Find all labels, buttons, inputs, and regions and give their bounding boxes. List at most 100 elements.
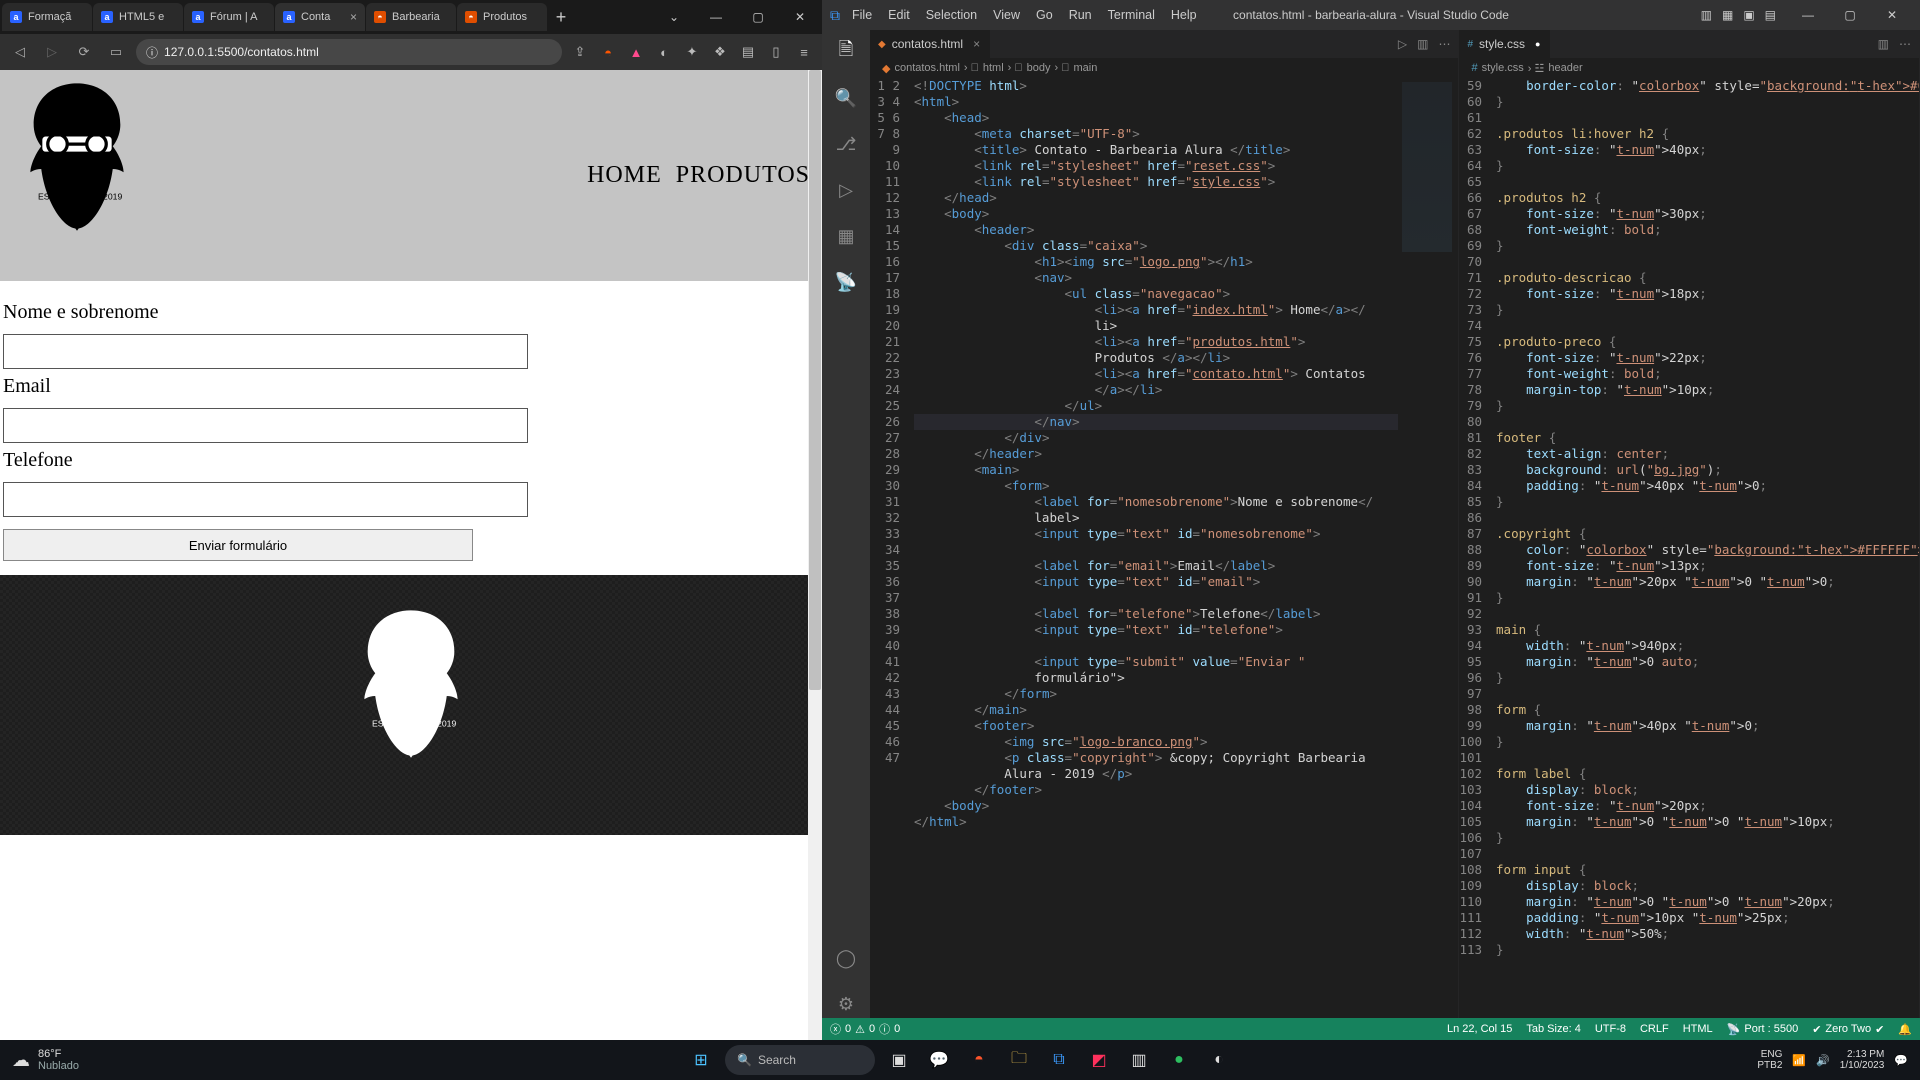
browser-tab-active[interactable]: aConta× bbox=[275, 3, 365, 31]
minimize-button[interactable]: — bbox=[1788, 8, 1828, 22]
address-bar[interactable]: ⓘ 127.0.0.1:5500/contatos.html bbox=[136, 39, 562, 65]
more-icon[interactable]: ⋯ bbox=[1899, 37, 1911, 51]
live-server-icon[interactable]: 📡 bbox=[832, 268, 860, 296]
status-errors[interactable]: ⓧ 0 ⚠ 0 ⓘ 0 bbox=[830, 1021, 900, 1037]
browser-tab[interactable]: aHTML5 e bbox=[93, 3, 183, 31]
breadcrumb[interactable]: ◆contatos.html › ⃞ html › ⃞ body › ⃞ mai… bbox=[870, 58, 1458, 78]
editor-tab[interactable]: ◆contatos.html× bbox=[870, 30, 991, 58]
back-button[interactable]: ◁ bbox=[8, 40, 32, 64]
vscode-icon[interactable]: ⧉ bbox=[1043, 1044, 1075, 1076]
layout-icon[interactable]: ▤ bbox=[1765, 8, 1776, 22]
status-cursor[interactable]: Ln 22, Col 15 bbox=[1447, 1023, 1512, 1036]
layout-icon[interactable]: ▦ bbox=[1722, 8, 1733, 22]
teams-icon[interactable]: 💬 bbox=[923, 1044, 955, 1076]
input-telefone[interactable] bbox=[3, 482, 528, 517]
status-encoding[interactable]: UTF-8 bbox=[1595, 1023, 1626, 1036]
menu-edit[interactable]: Edit bbox=[888, 8, 910, 22]
svg-text:2019: 2019 bbox=[103, 191, 122, 201]
status-bell-icon[interactable]: 🔔 bbox=[1898, 1023, 1912, 1036]
brave-shield-icon[interactable]: ◓ bbox=[598, 42, 618, 62]
new-tab-button[interactable]: + bbox=[548, 7, 574, 28]
wifi-icon[interactable]: 📶 bbox=[1792, 1054, 1806, 1067]
taskbar-clock[interactable]: 2:13 PM1/10/2023 bbox=[1840, 1049, 1885, 1071]
puzzle-icon[interactable]: ❖ bbox=[710, 42, 730, 62]
split-editor-icon[interactable]: ▥ bbox=[1417, 37, 1428, 51]
label-telefone: Telefone bbox=[3, 449, 819, 472]
browser-tab[interactable]: aFórum | A bbox=[184, 3, 274, 31]
code-editor-html[interactable]: 1 2 3 4 5 6 7 8 9 10 11 12 13 14 15 16 1… bbox=[870, 78, 1458, 1018]
close-icon[interactable]: × bbox=[350, 10, 357, 24]
menu-terminal[interactable]: Terminal bbox=[1108, 8, 1155, 22]
nav-home[interactable]: HOME bbox=[587, 162, 662, 189]
gear-icon[interactable]: ⚙ bbox=[832, 990, 860, 1018]
taskbar-weather[interactable]: ☁ 86°FNublado bbox=[0, 1048, 79, 1072]
split-editor-icon[interactable]: ▥ bbox=[1878, 37, 1889, 51]
input-email[interactable] bbox=[3, 408, 528, 443]
menu-file[interactable]: File bbox=[852, 8, 872, 22]
evernote-icon[interactable]: ● bbox=[1163, 1044, 1195, 1076]
input-nome[interactable] bbox=[3, 334, 528, 369]
minimize-button[interactable]: — bbox=[696, 3, 736, 31]
run-icon[interactable]: ▷ bbox=[1398, 37, 1407, 51]
notion-icon[interactable]: ▥ bbox=[1123, 1044, 1155, 1076]
source-control-icon[interactable]: ⎇ bbox=[832, 130, 860, 158]
sidebar-icon[interactable]: ▤ bbox=[738, 42, 758, 62]
status-eol[interactable]: CRLF bbox=[1640, 1023, 1669, 1036]
forward-button[interactable]: ▷ bbox=[40, 40, 64, 64]
extensions-icon[interactable]: ▦ bbox=[832, 222, 860, 250]
menu-icon[interactable]: ≡ bbox=[794, 42, 814, 62]
app-icon[interactable]: ◐ bbox=[1203, 1044, 1235, 1076]
notifications-icon[interactable]: 💬 bbox=[1894, 1054, 1908, 1067]
menu-go[interactable]: Go bbox=[1036, 8, 1053, 22]
reload-button[interactable]: ⟳ bbox=[72, 40, 96, 64]
task-view-icon[interactable]: ▣ bbox=[883, 1044, 915, 1076]
search-icon[interactable]: 🔍 bbox=[832, 84, 860, 112]
breadcrumb[interactable]: #style.css › ☳ header bbox=[1459, 58, 1919, 78]
extensions-icon[interactable]: ✦ bbox=[682, 42, 702, 62]
editor-tab[interactable]: #style.css bbox=[1459, 30, 1551, 58]
menu-help[interactable]: Help bbox=[1171, 8, 1197, 22]
barbearia-logo: ALURA ESTD 2019 bbox=[12, 78, 142, 273]
rewards-icon[interactable]: ▲ bbox=[626, 42, 646, 62]
layout-icon[interactable]: ▥ bbox=[1701, 8, 1712, 22]
browser-tab[interactable]: aFormaçã bbox=[2, 3, 92, 31]
run-debug-icon[interactable]: ▷ bbox=[832, 176, 860, 204]
bookmark-icon[interactable]: ▭ bbox=[104, 40, 128, 64]
maximize-button[interactable]: ▢ bbox=[1830, 8, 1870, 22]
share-icon[interactable]: ⇪ bbox=[570, 42, 590, 62]
taskbar-search[interactable]: 🔍Search bbox=[725, 1045, 875, 1075]
more-icon[interactable]: ⋯ bbox=[1438, 37, 1450, 51]
page-scrollbar[interactable] bbox=[808, 70, 822, 1040]
maximize-button[interactable]: ▢ bbox=[738, 3, 778, 31]
close-button[interactable]: ✕ bbox=[1872, 8, 1912, 22]
close-button[interactable]: ✕ bbox=[780, 3, 820, 31]
layout-icon[interactable]: ▣ bbox=[1743, 8, 1754, 22]
status-tabsize[interactable]: Tab Size: 4 bbox=[1526, 1023, 1580, 1036]
submit-button[interactable]: Enviar formulário bbox=[3, 529, 473, 561]
extension-icon[interactable]: ◐ bbox=[654, 42, 674, 62]
status-language[interactable]: HTML bbox=[1683, 1023, 1713, 1036]
explorer-icon[interactable]: 🗀 bbox=[1003, 1044, 1035, 1076]
start-button[interactable]: ⊞ bbox=[685, 1044, 717, 1076]
volume-icon[interactable]: 🔊 bbox=[1816, 1054, 1830, 1067]
status-ext[interactable]: ✔ Zero Two ✔ bbox=[1812, 1023, 1884, 1036]
close-icon[interactable]: × bbox=[973, 37, 980, 51]
browser-tab[interactable]: ◓Barbearia bbox=[366, 3, 456, 31]
nav-produtos[interactable]: PRODUTOS bbox=[676, 162, 810, 189]
brave-icon[interactable]: ◓ bbox=[963, 1044, 995, 1076]
site-header: ALURA ESTD 2019 HOME PRODUTOS bbox=[0, 70, 822, 281]
wallet-icon[interactable]: ▯ bbox=[766, 42, 786, 62]
minimap[interactable] bbox=[1398, 78, 1458, 1018]
explorer-icon[interactable]: 🗎 bbox=[832, 38, 860, 66]
page-viewport: ALURA ESTD 2019 HOME PRODUTOS Nome e sob… bbox=[0, 70, 822, 1040]
account-icon[interactable]: ◯ bbox=[832, 944, 860, 972]
menu-view[interactable]: View bbox=[993, 8, 1020, 22]
status-port[interactable]: 📡 Port : 5500 bbox=[1727, 1023, 1799, 1036]
language-indicator[interactable]: ENGPTB2 bbox=[1757, 1049, 1782, 1071]
browser-tab[interactable]: ◓Produtos bbox=[457, 3, 547, 31]
code-editor-css[interactable]: 59 60 61 62 63 64 65 66 67 68 69 70 71 7… bbox=[1459, 78, 1919, 1018]
menu-run[interactable]: Run bbox=[1069, 8, 1092, 22]
intellij-icon[interactable]: ◩ bbox=[1083, 1044, 1115, 1076]
caret-down-icon[interactable]: ⌄ bbox=[654, 3, 694, 31]
menu-selection[interactable]: Selection bbox=[926, 8, 977, 22]
